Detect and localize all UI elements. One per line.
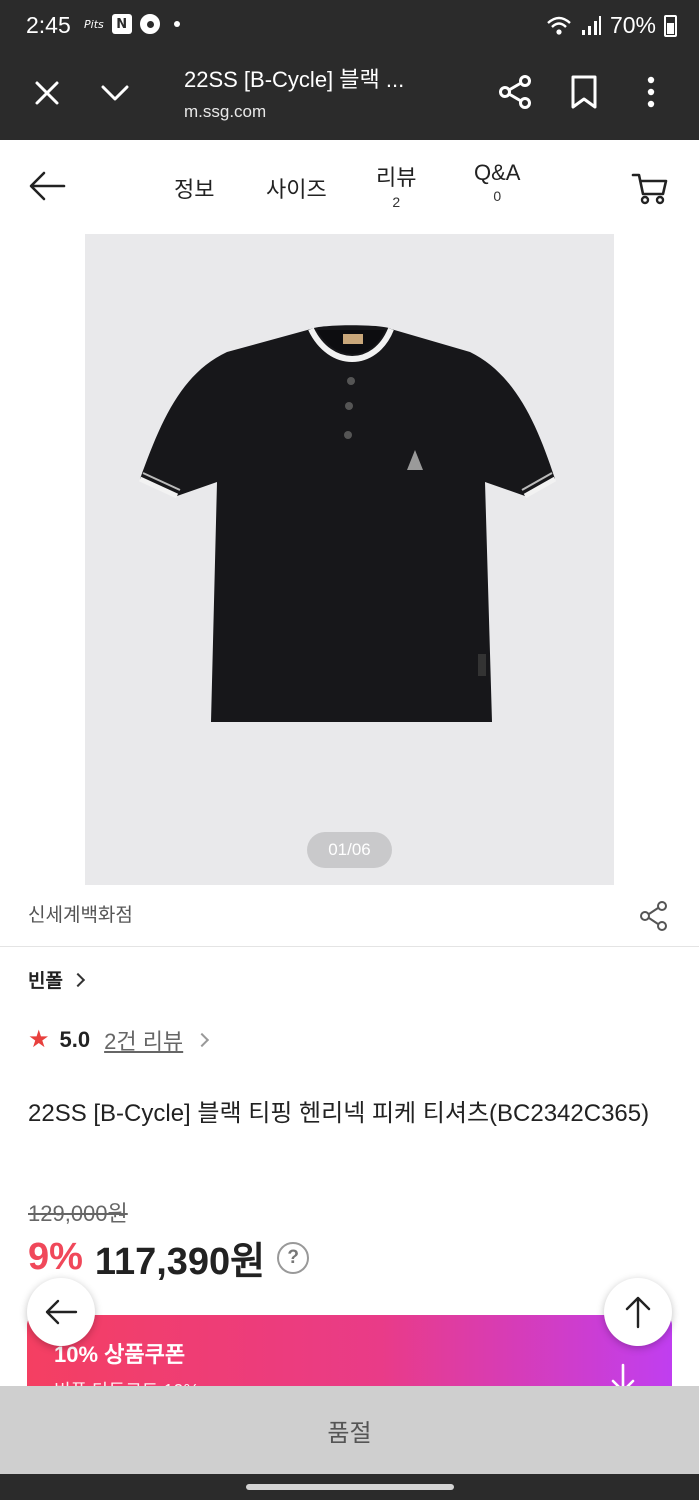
image-counter: 01/06 — [307, 832, 392, 868]
tab-review-label: 리뷰 — [376, 165, 417, 190]
review-count-link[interactable]: 2건 리뷰 — [104, 1024, 183, 1056]
sale-price: 117,390원 — [94, 1241, 266, 1283]
float-back-button[interactable] — [27, 1278, 95, 1346]
close-icon[interactable] — [30, 76, 64, 110]
home-handle[interactable] — [246, 1484, 454, 1490]
rating-row: ★ 5.0 2건 리뷰 — [28, 1024, 210, 1056]
more-notifications-dot-icon — [173, 21, 180, 27]
product-nav-bar: 정보 사이즈 리뷰 2 Q&A 0 — [0, 140, 699, 232]
battery-percent: 70% — [609, 12, 656, 38]
discount-rate: 9% — [28, 1236, 83, 1278]
tab-review-count: 2 — [392, 194, 401, 210]
original-price: 129,000원 — [28, 1201, 128, 1226]
scroll-top-button[interactable] — [604, 1278, 672, 1346]
cart-icon[interactable] — [630, 168, 670, 208]
bookmark-icon[interactable] — [568, 74, 600, 110]
product-image[interactable] — [85, 234, 614, 885]
browser-url[interactable]: m.ssg.com — [184, 102, 266, 122]
share-icon[interactable] — [497, 74, 533, 110]
status-bar: 2:45 Pits N 70% — [0, 0, 699, 54]
tab-size[interactable]: 사이즈 — [266, 172, 327, 204]
notification-icons: Pits N — [84, 14, 180, 34]
rating-value: 5.0 — [59, 1027, 91, 1052]
divider — [0, 946, 699, 947]
back-arrow-icon — [45, 1299, 78, 1325]
browser-toolbar: 22SS [B-Cycle] 블랙 ... m.ssg.com — [0, 54, 699, 140]
polo-shirt-image — [138, 325, 557, 722]
brand-link[interactable]: 빈폴 — [28, 966, 86, 993]
chevron-right-icon — [195, 1032, 210, 1048]
arrow-up-icon — [625, 1296, 651, 1329]
coupon-subtitle: 빈폴 단독코드 10% — [54, 1377, 199, 1386]
share-icon[interactable] — [638, 900, 670, 932]
product-page: 정보 사이즈 리뷰 2 Q&A 0 01/06 신세계백화점 빈폴 ★ 5.0 … — [0, 140, 699, 1386]
download-arrow-icon[interactable] — [607, 1363, 639, 1386]
tab-qna-count: 0 — [493, 188, 502, 204]
status-time: 2:45 — [26, 12, 71, 38]
soldout-label: 품절 — [327, 1419, 372, 1447]
pits-app-icon: Pits — [84, 17, 104, 31]
coupon-banner[interactable]: 10% 상품쿠폰 빈폴 단독코드 10% — [27, 1315, 672, 1386]
price-row: 9% 117,390원 ? — [28, 1230, 310, 1285]
system-status: 70% — [546, 12, 677, 39]
back-arrow-icon[interactable] — [28, 168, 66, 204]
help-icon[interactable]: ? — [277, 1241, 310, 1274]
tab-qna-label: Q&A — [474, 160, 521, 185]
seller-name[interactable]: 신세계백화점 — [28, 900, 133, 927]
chevron-right-icon — [70, 972, 86, 987]
tab-size-label: 사이즈 — [266, 177, 327, 202]
brand-name: 빈폴 — [28, 971, 63, 992]
tab-review[interactable]: 리뷰 2 — [376, 160, 416, 210]
tab-qna[interactable]: Q&A 0 — [474, 160, 520, 204]
tab-info[interactable]: 정보 — [174, 172, 214, 204]
tab-info-label: 정보 — [174, 177, 215, 202]
wifi-icon — [547, 16, 571, 35]
browser-page-title[interactable]: 22SS [B-Cycle] 블랙 ... — [184, 62, 404, 94]
star-icon: ★ — [28, 1026, 50, 1053]
signal-icon — [581, 15, 601, 35]
product-title: 22SS [B-Cycle] 블랙 티핑 헨리넥 피케 티셔츠(BC2342C3… — [28, 1100, 650, 1127]
battery-icon — [664, 14, 677, 37]
soccer-ball-icon — [139, 14, 160, 34]
soldout-button[interactable]: 품절 — [0, 1386, 699, 1474]
chevron-down-icon[interactable] — [98, 76, 132, 110]
naver-icon: N — [111, 14, 132, 34]
more-menu-icon[interactable] — [636, 74, 666, 110]
gesture-nav-bar — [0, 1474, 699, 1500]
